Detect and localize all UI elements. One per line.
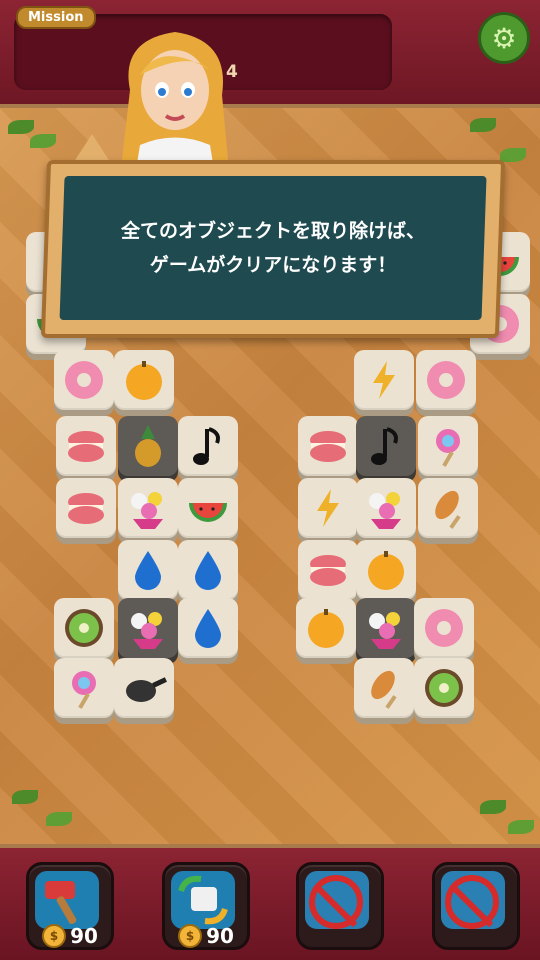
tile-frying-pan[interactable] [114,658,174,718]
macaron-icon [68,493,104,524]
bouquet-icon [369,492,401,529]
tile-orange[interactable] [356,540,416,600]
leaf-decoration [8,120,34,134]
tile-lollipop[interactable] [54,658,114,718]
tile-donut[interactable] [54,350,114,410]
donut-icon [425,609,463,647]
tile-orange[interactable] [296,598,356,658]
orange-icon [308,609,344,648]
corndog-icon [371,670,397,709]
tile-bouquet[interactable] [118,478,178,538]
orange-icon [368,551,404,590]
prohibited-icon [309,875,363,929]
tile-macaron[interactable] [298,540,358,600]
tile-corndog[interactable] [354,658,414,718]
hammer-powerup-button[interactable]: $ 90 [26,862,114,950]
leaf-decoration [508,820,534,834]
bouquet-icon [131,492,163,529]
leaf-decoration [470,118,496,132]
tile-water-drop[interactable] [178,598,238,658]
shuffle-icon [171,871,235,929]
macaron-icon [68,431,104,462]
locked-powerup-button[interactable] [296,862,384,950]
leaf-decoration [480,800,506,814]
tile-lightning[interactable] [298,478,358,538]
lightning-icon [317,489,339,527]
leaf-decoration [30,134,56,148]
tile-macaron[interactable] [298,416,358,476]
tutorial-dialog: 全てのオブジェクトを取り除けば、 ゲームがクリアになります！ [40,160,506,338]
lollipop-icon [436,429,460,467]
tile-corndog[interactable] [418,478,478,538]
gear-icon[interactable]: ⚙ [478,12,530,64]
water-drop-icon [135,551,161,590]
bouquet-icon [131,612,163,649]
tile-kiwi[interactable] [54,598,114,658]
donut-icon [427,361,465,399]
water-drop-icon [195,609,221,648]
locked-powerup-button[interactable] [432,862,520,950]
music-note-icon [193,427,220,465]
music-note-icon [371,427,398,465]
tile-bouquet[interactable] [356,478,416,538]
frying-pan-icon [126,677,167,702]
tile-pineapple[interactable] [118,416,178,476]
lightning-icon [373,361,395,399]
dialog-board: 全てのオブジェクトを取り除けば、 ゲームがクリアになります！ [59,176,487,320]
tile-music-note[interactable] [356,416,416,476]
tile-macaron[interactable] [56,478,116,538]
prohibited-icon [445,875,499,929]
hammer-icon [35,871,99,929]
tile-lightning[interactable] [354,350,414,410]
mission-label: Mission [16,6,96,29]
tile-donut[interactable] [416,350,476,410]
coin-icon: $ [178,924,203,948]
macaron-icon [310,431,346,462]
price-tag: $ 90 [165,923,247,949]
tile-bouquet[interactable] [118,598,178,658]
kiwi-icon [425,669,463,707]
coin-icon: $ [42,924,67,948]
shuffle-powerup-button[interactable]: $ 90 [162,862,250,950]
tile-watermelon[interactable] [178,478,238,538]
corndog-icon [435,490,461,529]
leaf-decoration [46,812,72,826]
donut-icon [65,361,103,399]
price-value: 90 [206,924,234,948]
orange-icon [126,361,162,400]
lollipop-icon [72,671,96,709]
tile-kiwi[interactable] [414,658,474,718]
price-tag: $ 90 [29,923,111,949]
tile-donut[interactable] [414,598,474,658]
leaf-decoration [12,790,38,804]
tile-orange[interactable] [114,350,174,410]
dialog-text: 全てのオブジェクトを取り除けば、 ゲームがクリアになります！ [121,220,426,276]
macaron-icon [310,555,346,586]
pineapple-icon [135,425,161,467]
leaf-decoration [500,148,526,162]
watermelon-icon [189,503,227,522]
bouquet-icon [369,612,401,649]
price-value: 90 [70,924,98,948]
tile-water-drop[interactable] [178,540,238,600]
tile-bouquet[interactable] [356,598,416,658]
tile-macaron[interactable] [56,416,116,476]
tile-water-drop[interactable] [118,540,178,600]
water-drop-icon [195,551,221,590]
tile-lollipop[interactable] [418,416,478,476]
tile-music-note[interactable] [178,416,238,476]
top-bar: Mission 4 ⚙ [0,0,540,108]
avatar [122,32,228,170]
kiwi-icon [65,609,103,647]
